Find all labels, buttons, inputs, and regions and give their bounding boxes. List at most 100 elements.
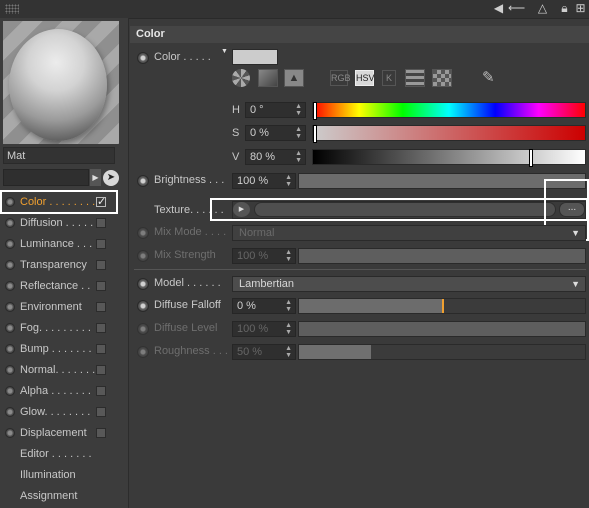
brightness-slider[interactable]: [298, 173, 586, 189]
model-chevron-icon[interactable]: ▼: [571, 277, 580, 291]
channel-label: Fog. . . . . . . . .: [20, 322, 91, 334]
swatch-dropdown-arrow-icon[interactable]: ▼: [221, 48, 228, 55]
channel-checkbox[interactable]: [96, 344, 106, 354]
material-menu-field[interactable]: [3, 169, 89, 186]
roughness-slider-fill: [299, 345, 371, 359]
channel-radio-icon[interactable]: [5, 428, 15, 438]
up-arrow-icon[interactable]: △: [536, 2, 549, 15]
new-panel-icon[interactable]: ⊞: [574, 2, 587, 15]
h-spinner-icon[interactable]: ▲ ▼: [295, 103, 302, 117]
s-label: S: [232, 127, 240, 139]
swatches-icon[interactable]: [432, 69, 452, 87]
rgb-mode-button[interactable]: RGB: [330, 70, 351, 86]
eyedropper-icon[interactable]: ✎: [482, 68, 495, 86]
channel-checkbox[interactable]: [96, 239, 106, 249]
hue-marker[interactable]: [313, 102, 317, 120]
channel-item[interactable]: Glow. . . . . . . .: [0, 402, 128, 423]
back-arrow-icon[interactable]: ◀: [492, 2, 505, 15]
diffuse-falloff-radio-icon[interactable]: [137, 300, 149, 312]
hsv-mode-button[interactable]: HSV: [355, 70, 375, 86]
material-preview[interactable]: [3, 21, 119, 144]
v-label: V: [232, 151, 240, 163]
channel-checkbox[interactable]: [96, 218, 106, 228]
channel-radio-icon[interactable]: [5, 281, 15, 291]
channel-label: Bump . . . . . . .: [20, 343, 92, 355]
top-toolbar: ◀ ⟵ △ 🔒︎ ⊞: [0, 0, 589, 19]
v-spinner-icon[interactable]: ▲ ▼: [295, 150, 302, 164]
value-gradient-slider[interactable]: [312, 149, 586, 167]
saturation-gradient-slider[interactable]: [312, 125, 586, 143]
diffuse-falloff-slider[interactable]: [298, 298, 586, 314]
channel-radio-icon[interactable]: [5, 218, 15, 228]
kelvin-mode-button[interactable]: K: [382, 70, 396, 86]
channel-radio-icon[interactable]: [5, 365, 15, 375]
brightness-field[interactable]: 100 % ▲ ▼: [232, 173, 296, 189]
channel-checkbox[interactable]: [96, 428, 106, 438]
model-dropdown[interactable]: Lambertian ▼: [232, 276, 586, 292]
color-radio-icon[interactable]: [137, 52, 149, 64]
channel-item[interactable]: Bump . . . . . . .: [0, 339, 128, 360]
channel-checkbox[interactable]: [96, 365, 106, 375]
channel-radio-icon[interactable]: [5, 260, 15, 270]
color-wheel-icon[interactable]: [232, 69, 250, 87]
material-menu-arrow-icon[interactable]: ▶: [90, 169, 101, 186]
channel-item[interactable]: Environment: [0, 297, 128, 318]
channel-radio-icon[interactable]: [5, 239, 15, 249]
h-value: 0 °: [250, 104, 264, 116]
saturation-marker[interactable]: [313, 125, 317, 143]
color-row: Color . . . . .: [130, 47, 589, 69]
channel-checkbox[interactable]: [96, 260, 106, 270]
lock-icon[interactable]: 🔒︎: [558, 2, 571, 15]
h-field[interactable]: 0 ° ▲ ▼: [245, 102, 306, 118]
channel-checkbox[interactable]: [96, 386, 106, 396]
channel-label: Environment: [20, 301, 82, 313]
channel-item[interactable]: Transparency: [0, 255, 128, 276]
spectrum-icon[interactable]: [258, 69, 278, 87]
s-value: 0 %: [250, 127, 269, 139]
model-radio-icon[interactable]: [137, 278, 149, 290]
diffuse-falloff-spinner-icon[interactable]: ▲ ▼: [285, 299, 292, 313]
channel-checkbox[interactable]: [96, 281, 106, 291]
s-field[interactable]: 0 % ▲ ▼: [245, 125, 306, 141]
channel-item[interactable]: Luminance . . .: [0, 234, 128, 255]
channel-radio-icon[interactable]: [5, 407, 15, 417]
channel-item[interactable]: Alpha . . . . . . .: [0, 381, 128, 402]
pointer-icon[interactable]: ➤: [103, 170, 119, 186]
channel-item[interactable]: Diffusion . . . . .: [0, 213, 128, 234]
color-swatch[interactable]: [232, 49, 278, 65]
color-mixer-icon[interactable]: [405, 69, 425, 87]
value-marker[interactable]: [529, 149, 533, 167]
diffuse-level-value: 100 %: [237, 323, 269, 335]
diffuse-level-slider-fill: [299, 322, 585, 336]
channel-item[interactable]: Normal. . . . . . .: [0, 360, 128, 381]
forward-arrow-icon[interactable]: ⟵: [508, 2, 525, 15]
channel-item[interactable]: Displacement: [0, 423, 128, 444]
channel-label: Reflectance . .: [20, 280, 91, 292]
channel-item[interactable]: Assignment: [0, 486, 128, 507]
channel-item[interactable]: Editor . . . . . . .: [0, 444, 128, 465]
channel-item[interactable]: Reflectance . .: [0, 276, 128, 297]
roughness-field: 50 % ▲ ▼: [232, 344, 296, 360]
hue-gradient-slider[interactable]: [312, 102, 586, 120]
diffuse-falloff-field[interactable]: 0 % ▲ ▼: [232, 298, 296, 314]
image-picker-icon[interactable]: ▲: [284, 69, 304, 87]
channel-item[interactable]: Illumination: [0, 465, 128, 486]
channel-radio-icon[interactable]: [5, 344, 15, 354]
panel-grip-icon[interactable]: [5, 4, 19, 14]
channel-label: Luminance . . .: [20, 238, 93, 250]
channel-radio-icon[interactable]: [5, 386, 15, 396]
material-name-field[interactable]: Mat: [3, 147, 115, 164]
channel-checkbox[interactable]: [96, 407, 106, 417]
mix-strength-field: 100 % ▲ ▼: [232, 248, 296, 264]
roughness-slider: [298, 344, 586, 360]
channel-radio-icon[interactable]: [5, 302, 15, 312]
channel-item[interactable]: Fog. . . . . . . . .: [0, 318, 128, 339]
channel-radio-icon[interactable]: [5, 323, 15, 333]
brightness-value: 100 %: [237, 175, 269, 187]
brightness-spinner-icon[interactable]: ▲ ▼: [285, 174, 292, 188]
v-field[interactable]: 80 % ▲ ▼: [245, 149, 306, 165]
brightness-radio-icon[interactable]: [137, 175, 149, 187]
channel-checkbox[interactable]: [96, 302, 106, 312]
channel-checkbox[interactable]: [96, 323, 106, 333]
s-spinner-icon[interactable]: ▲ ▼: [295, 126, 302, 140]
